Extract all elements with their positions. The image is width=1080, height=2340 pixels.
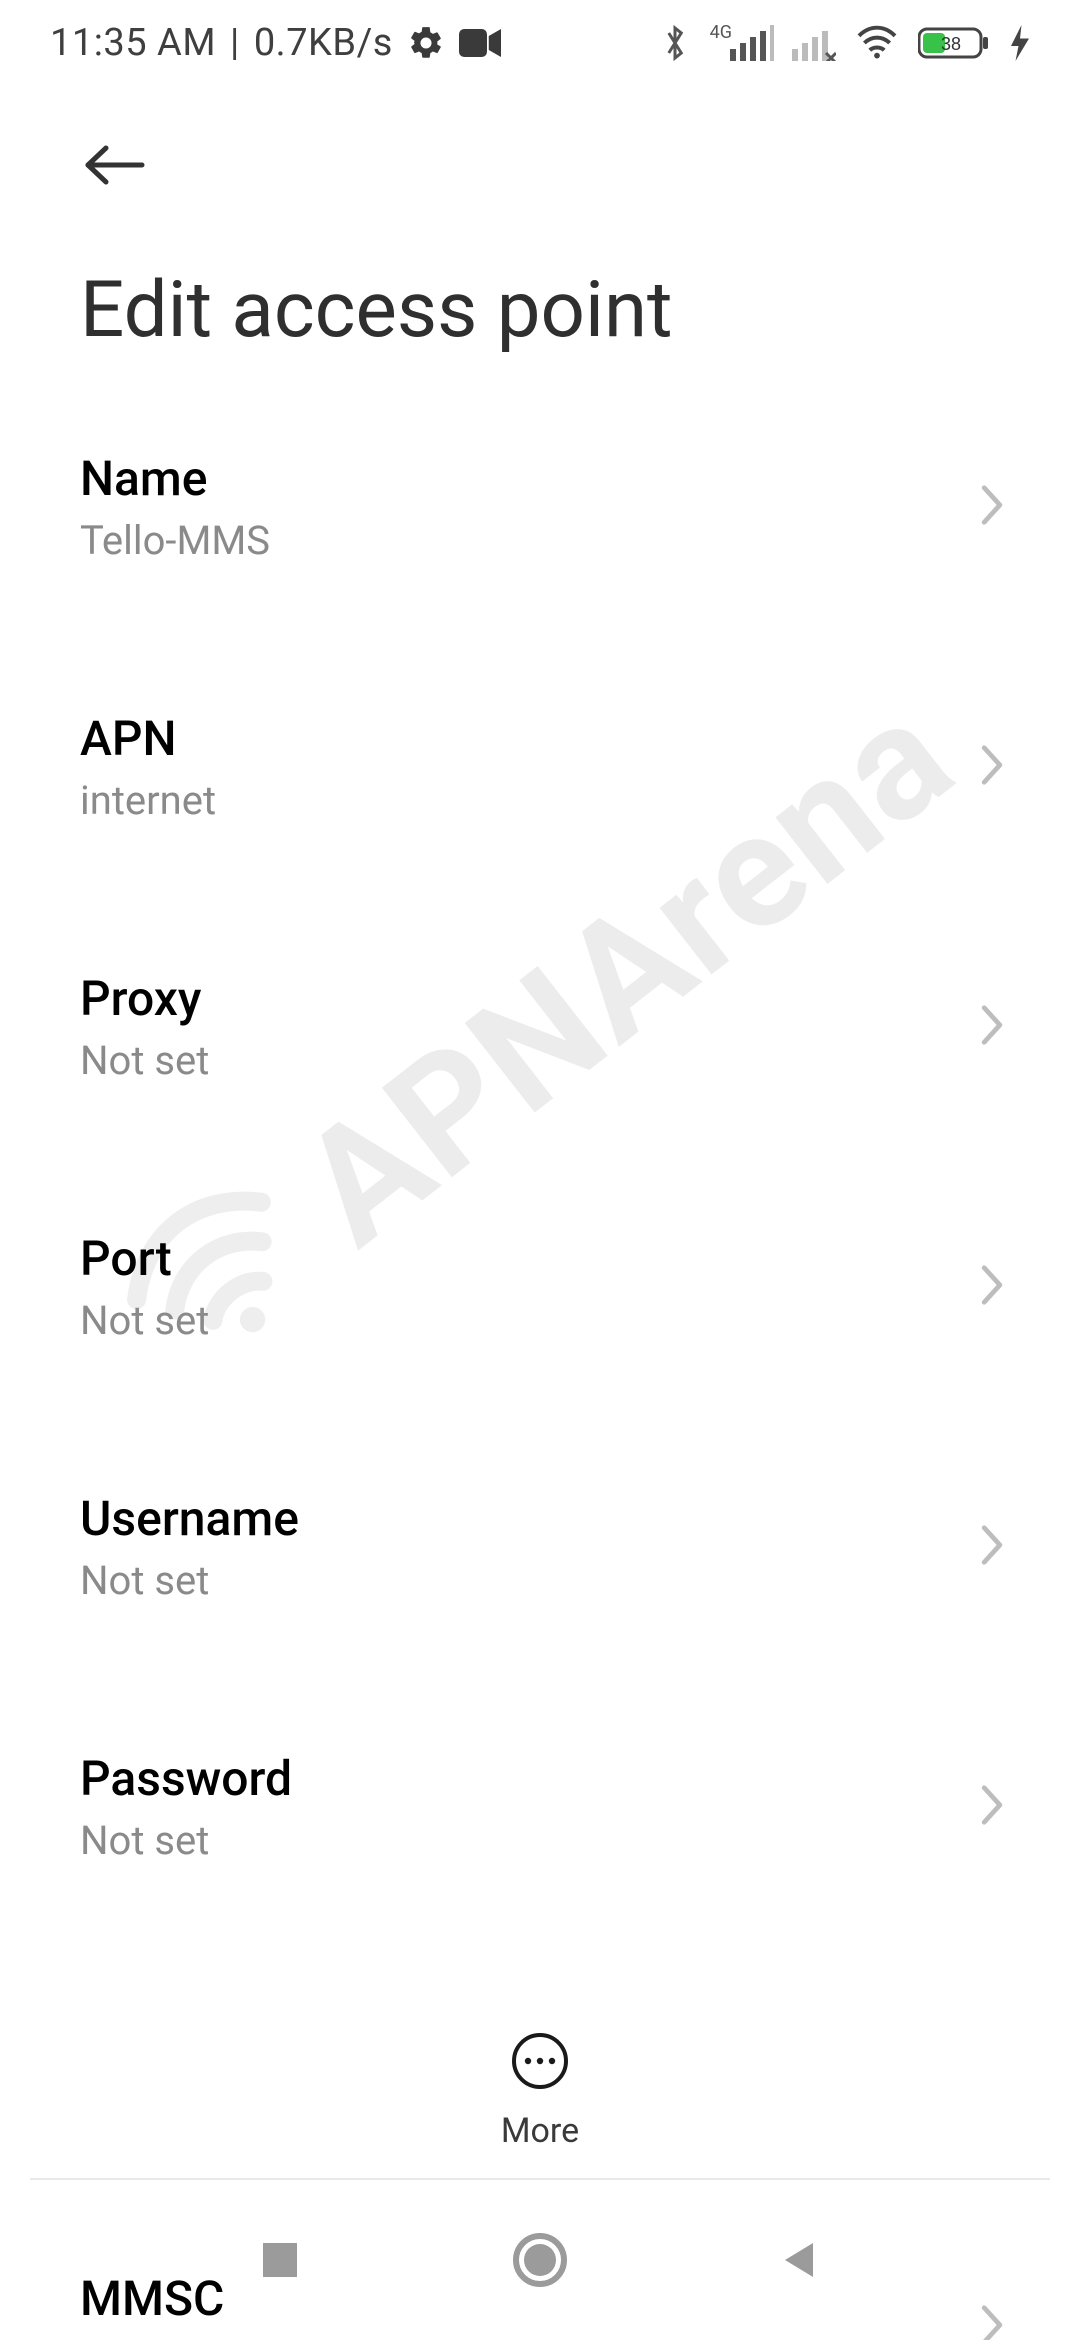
field-value: Not set [80, 1557, 1000, 1604]
back-button[interactable] [80, 125, 160, 205]
wifi-icon [854, 25, 900, 61]
nav-back-button[interactable] [760, 2220, 840, 2300]
header: Edit access point [0, 85, 1080, 386]
page-title: Edit access point [80, 265, 1000, 356]
field-value: internet [80, 777, 1000, 824]
more-label: More [501, 2111, 579, 2151]
status-right: 4G 38 [660, 22, 1030, 64]
mobile-gen-label: 4G [710, 22, 732, 43]
field-password[interactable]: Password Not set [80, 1695, 1000, 1919]
field-label: Name [80, 450, 1000, 507]
chevron-right-icon [978, 1523, 1006, 1571]
square-icon [257, 2237, 303, 2283]
signal-primary: 4G [708, 25, 774, 61]
field-port[interactable]: Port Not set [80, 1175, 1000, 1399]
chevron-right-icon [978, 483, 1006, 531]
arrow-left-icon [80, 140, 150, 190]
more-button[interactable]: More [501, 2029, 579, 2151]
chevron-right-icon [978, 743, 1006, 791]
signal-secondary [792, 25, 836, 61]
field-label: Username [80, 1490, 1000, 1547]
field-apn[interactable]: APN internet [80, 655, 1000, 879]
settings-icon [407, 24, 445, 62]
field-value: Not set [80, 1037, 1000, 1084]
camera-icon [459, 28, 501, 58]
field-name[interactable]: Name Tello-MMS [80, 395, 1000, 619]
status-bar: 11:35 AM | 0.7KB/s 4G 38 [0, 0, 1080, 85]
field-value: Not set [80, 1297, 1000, 1344]
circle-icon [512, 2232, 568, 2288]
nav-home-button[interactable] [500, 2220, 580, 2300]
battery-icon: 38 [918, 25, 992, 61]
charging-icon [1010, 25, 1030, 61]
field-value: Not set [80, 1817, 1000, 1864]
chevron-right-icon [978, 1003, 1006, 1051]
status-left: 11:35 AM | 0.7KB/s [50, 21, 501, 65]
bottom-bar: More [0, 2005, 1080, 2175]
triangle-left-icon [777, 2237, 823, 2283]
field-label: Proxy [80, 970, 1000, 1027]
field-value: Tello-MMS [80, 517, 1000, 564]
chevron-right-icon [978, 1263, 1006, 1311]
field-username[interactable]: Username Not set [80, 1435, 1000, 1659]
status-time: 11:35 AM [50, 21, 216, 65]
system-nav-bar [0, 2180, 1080, 2340]
field-label: APN [80, 710, 1000, 767]
bluetooth-icon [660, 22, 690, 64]
status-divider: | [230, 21, 240, 65]
nav-recent-button[interactable] [240, 2220, 320, 2300]
field-label: Port [80, 1230, 1000, 1287]
field-proxy[interactable]: Proxy Not set [80, 915, 1000, 1139]
more-icon [508, 2029, 572, 2097]
field-label: Password [80, 1750, 1000, 1807]
chevron-right-icon [978, 1783, 1006, 1831]
status-net-speed: 0.7KB/s [254, 21, 393, 65]
battery-pct-text: 38 [941, 34, 961, 54]
